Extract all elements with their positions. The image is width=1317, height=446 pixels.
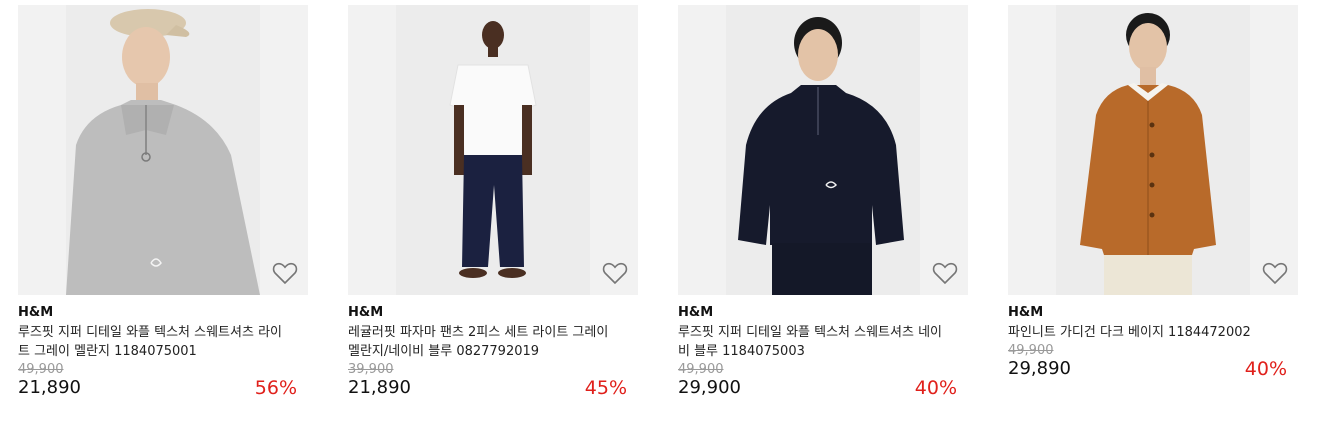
product-image[interactable] [1008, 5, 1298, 295]
price-row: 29,900 40% [678, 377, 968, 401]
product-name[interactable]: 파인니트 가디건 다크 베이지 1184472002 [1008, 323, 1273, 342]
price-row: 21,890 45% [348, 377, 638, 401]
product-brand: H&M [1008, 305, 1044, 320]
heart-icon[interactable] [602, 261, 628, 285]
product-grid: H&M 루즈핏 지퍼 디테일 와플 텍스처 스웨트셔츠 라이트 그레이 멜란지 … [0, 0, 1317, 446]
product-photo [66, 5, 260, 295]
product-photo [1056, 5, 1250, 295]
product-image[interactable] [678, 5, 968, 295]
product-card[interactable]: H&M 루즈핏 지퍼 디테일 와플 텍스처 스웨트셔츠 네이비 블루 11840… [678, 5, 968, 401]
sale-price: 21,890 [348, 377, 411, 398]
product-card[interactable]: H&M 루즈핏 지퍼 디테일 와플 텍스처 스웨트셔츠 라이트 그레이 멜란지 … [18, 5, 308, 401]
product-name[interactable]: 루즈핏 지퍼 디테일 와플 텍스처 스웨트셔츠 네이비 블루 118407500… [678, 323, 943, 361]
product-brand: H&M [678, 305, 714, 320]
product-card[interactable]: H&M 파인니트 가디건 다크 베이지 1184472002 49,900 29… [1008, 5, 1298, 382]
discount-rate: 40% [1244, 358, 1287, 380]
product-photo [396, 5, 590, 295]
product-photo [726, 5, 920, 295]
product-name[interactable]: 레귤러핏 파자마 팬츠 2피스 세트 라이트 그레이 멜란지/네이비 블루 08… [348, 323, 613, 361]
product-image[interactable] [18, 5, 308, 295]
sale-price: 29,900 [678, 377, 741, 398]
product-image[interactable] [348, 5, 638, 295]
heart-icon[interactable] [932, 261, 958, 285]
product-brand: H&M [348, 305, 384, 320]
original-price: 39,900 [348, 362, 394, 377]
original-price: 49,900 [678, 362, 724, 377]
product-card[interactable]: H&M 레귤러핏 파자마 팬츠 2피스 세트 라이트 그레이 멜란지/네이비 블… [348, 5, 638, 401]
original-price: 49,900 [1008, 343, 1054, 358]
price-row: 29,890 40% [1008, 358, 1298, 382]
discount-rate: 56% [254, 377, 297, 399]
original-price: 49,900 [18, 362, 64, 377]
heart-icon[interactable] [1262, 261, 1288, 285]
sale-price: 21,890 [18, 377, 81, 398]
discount-rate: 45% [584, 377, 627, 399]
heart-icon[interactable] [272, 261, 298, 285]
discount-rate: 40% [914, 377, 957, 399]
product-brand: H&M [18, 305, 54, 320]
product-name[interactable]: 루즈핏 지퍼 디테일 와플 텍스처 스웨트셔츠 라이트 그레이 멜란지 1184… [18, 323, 283, 361]
sale-price: 29,890 [1008, 358, 1071, 379]
price-row: 21,890 56% [18, 377, 308, 401]
